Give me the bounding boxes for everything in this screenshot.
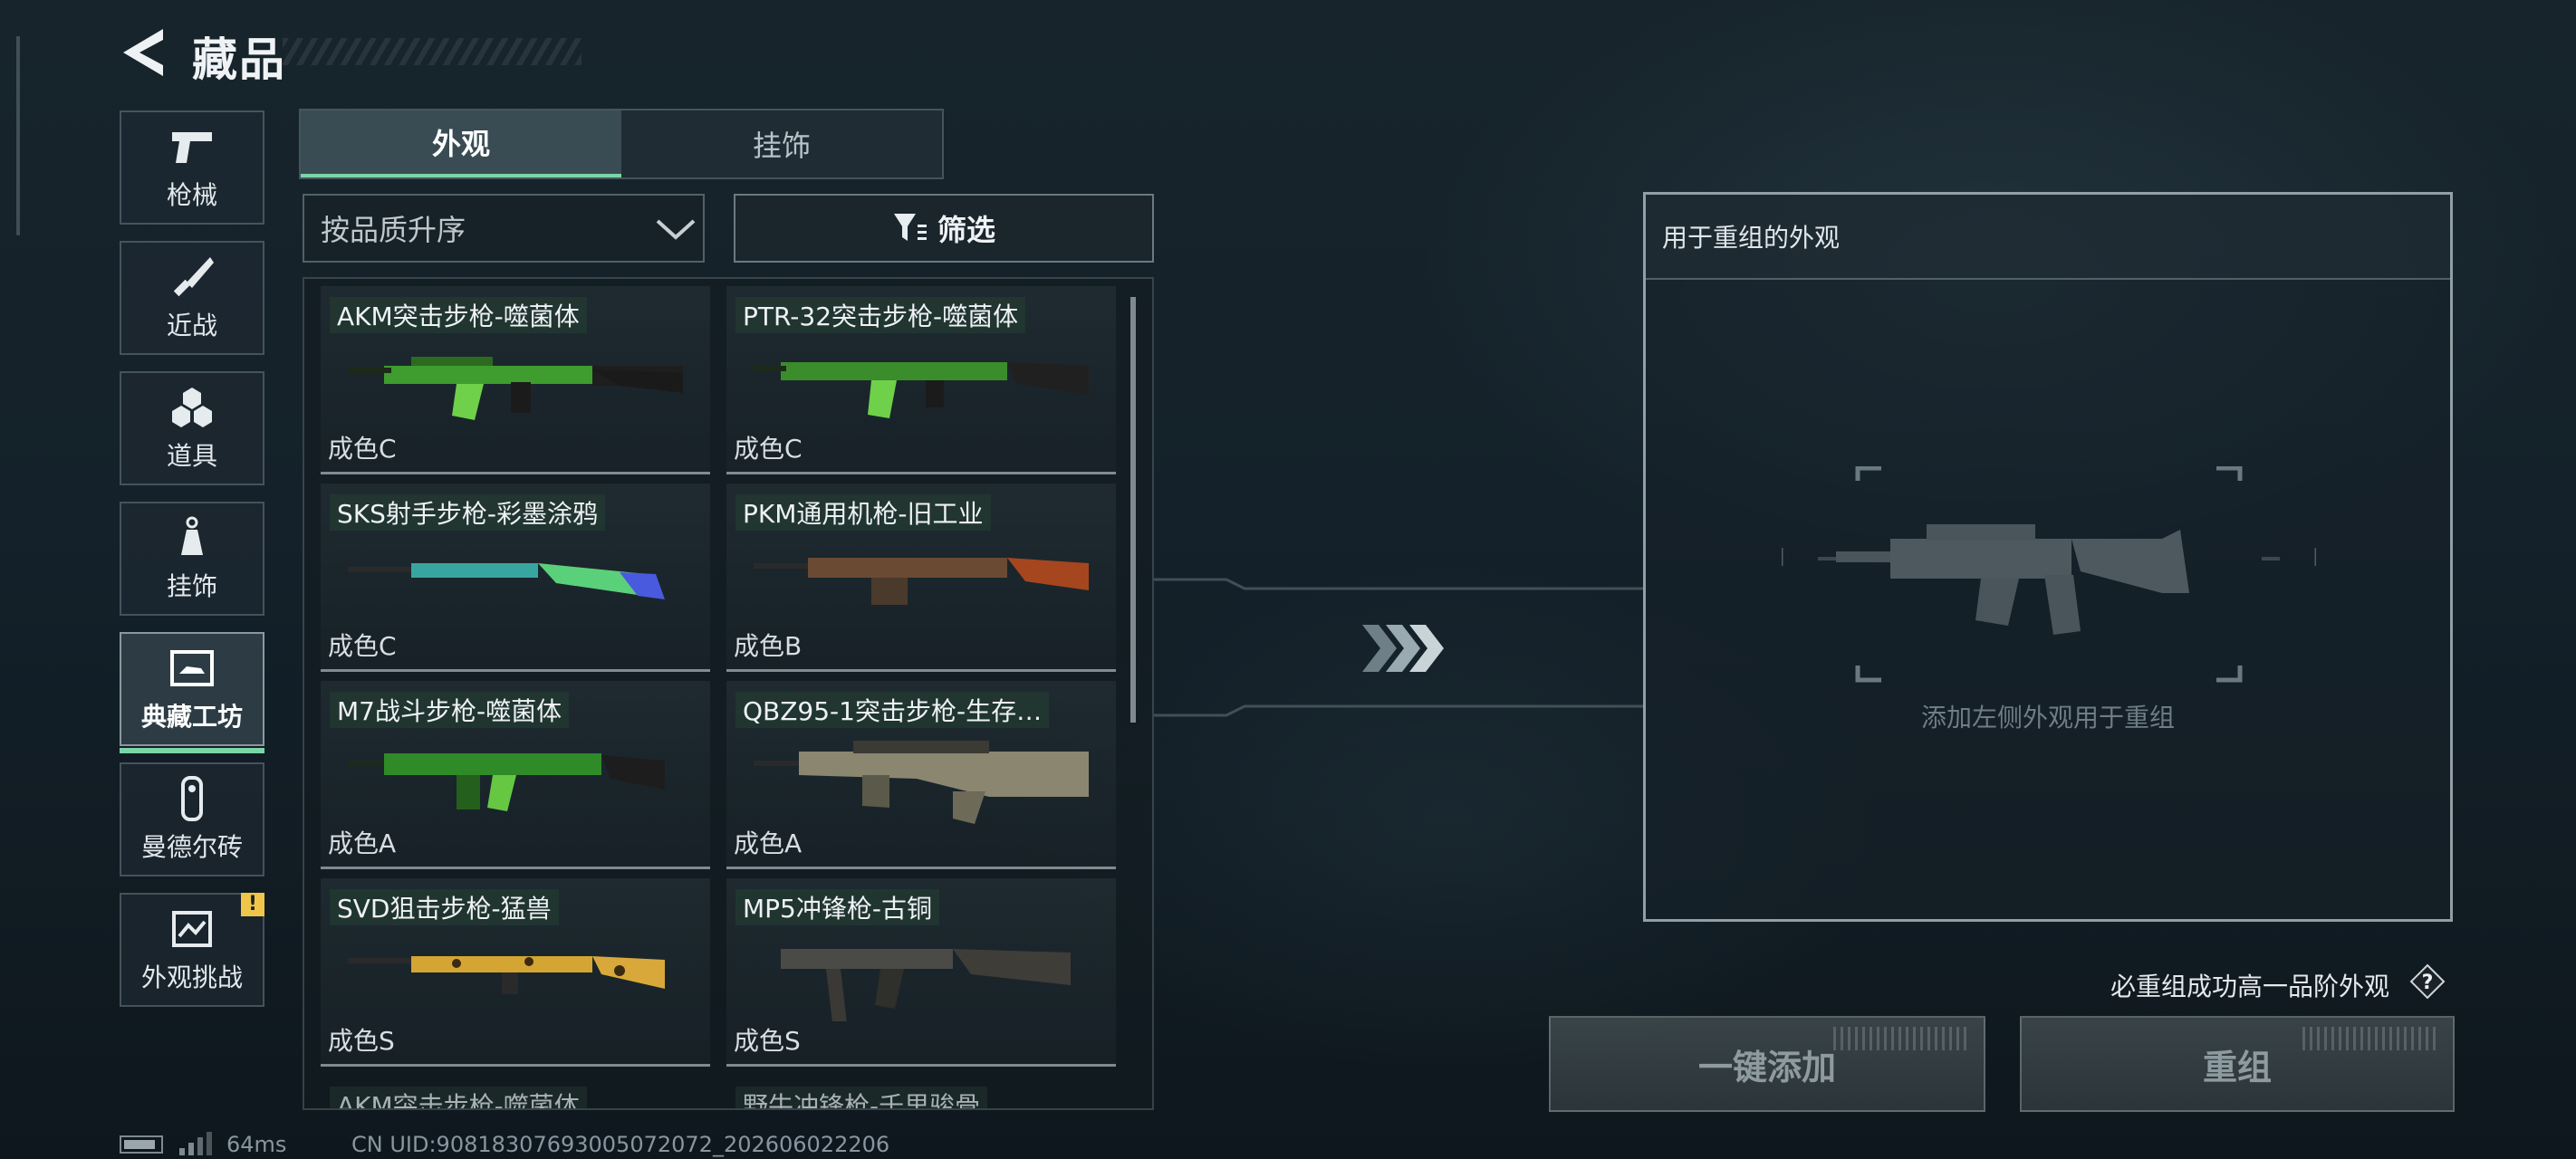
pistol-icon bbox=[167, 123, 217, 170]
workshop-icon bbox=[167, 645, 217, 692]
skin-card-ptr32[interactable]: PTR-32突击步枪-噬菌体 成色C bbox=[726, 286, 1116, 474]
skin-name: PTR-32突击步枪-噬菌体 bbox=[735, 297, 1026, 333]
category-nav: 枪械 近战 道具 挂饰 典藏工坊 曼德尔砖 ! 外观挑战 bbox=[120, 110, 266, 1023]
empty-slot-hint: 添加左侧外观用于重组 bbox=[1920, 703, 2175, 733]
skin-grade: 成色A bbox=[328, 829, 397, 858]
tab-appearance[interactable]: 外观 bbox=[301, 110, 621, 177]
title-decoration bbox=[283, 38, 582, 65]
nav-label: 道具 bbox=[166, 441, 217, 471]
sort-dropdown[interactable]: 按品质升序 bbox=[303, 194, 705, 263]
skin-name: SVD狙击步枪-猛兽 bbox=[330, 889, 559, 925]
sort-label: 按品质升序 bbox=[321, 213, 466, 247]
nav-item-props[interactable]: 道具 bbox=[120, 371, 264, 485]
nav-item-workshop[interactable]: 典藏工坊 bbox=[120, 632, 264, 753]
signal-icon bbox=[179, 1132, 212, 1155]
nav-label: 曼德尔砖 bbox=[140, 832, 243, 862]
nav-label: 挂饰 bbox=[166, 571, 217, 601]
skin-grid: AKM突击步枪-噬菌体 成色C PTR-32突击步枪-噬菌体 成色C SKS射手… bbox=[321, 286, 1129, 1067]
next-row-peek: AKM突击步枪-噬菌体 野牛冲锋枪-千里骏骨 bbox=[321, 1081, 1129, 1108]
grenades-icon bbox=[167, 384, 217, 431]
back-arrow-icon[interactable] bbox=[120, 25, 167, 80]
button-decoration bbox=[2302, 1027, 2438, 1050]
skin-card-qbz95[interactable]: QBZ95-1突击步枪-生存… 成色A bbox=[726, 681, 1116, 869]
mandel-brick-icon bbox=[167, 775, 217, 822]
skin-card-mp5[interactable]: MP5冲锋枪-古铜 成色S bbox=[726, 878, 1116, 1067]
button-decoration bbox=[1833, 1027, 1969, 1050]
skin-grade: 成色C bbox=[328, 631, 397, 661]
guarantee-text: 必重组成功高一品阶外观 bbox=[2110, 972, 2390, 1001]
ping-value: 64ms bbox=[226, 1132, 287, 1157]
battery-icon bbox=[120, 1135, 163, 1154]
nav-label: 近战 bbox=[166, 311, 217, 340]
skin-card-sks[interactable]: SKS射手步枪-彩墨涂鸦 成色C bbox=[321, 484, 710, 672]
rifle-image bbox=[348, 753, 665, 811]
skin-grid-panel: AKM突击步枪-噬菌体 成色C PTR-32突击步枪-噬菌体 成色C SKS射手… bbox=[303, 277, 1154, 1110]
recombine-button[interactable]: 重组 bbox=[2020, 1016, 2455, 1112]
add-all-button[interactable]: 一键添加 bbox=[1549, 1016, 1985, 1112]
rifle-image bbox=[348, 563, 665, 599]
rifle-image bbox=[348, 956, 665, 994]
page-title: 藏品 bbox=[192, 34, 286, 86]
filter-icon bbox=[893, 214, 927, 241]
empty-slot-rifle-icon[interactable] bbox=[1782, 466, 2316, 702]
challenge-icon bbox=[167, 905, 217, 953]
charm-icon bbox=[167, 514, 217, 561]
rifle-image bbox=[754, 558, 1089, 605]
skin-grade: 成色S bbox=[328, 1026, 395, 1056]
skin-grade: 成色A bbox=[734, 829, 803, 858]
add-all-label: 一键添加 bbox=[1697, 1047, 1836, 1087]
skin-card-akm[interactable]: AKM突击步枪-噬菌体 成色C bbox=[321, 286, 710, 474]
nav-item-firearms[interactable]: 枪械 bbox=[120, 110, 264, 225]
chevron-down-icon bbox=[656, 219, 696, 240]
skin-name: SKS射手步枪-彩墨涂鸦 bbox=[330, 494, 606, 531]
rifle-image bbox=[754, 362, 1089, 418]
chevrons-right-icon bbox=[1362, 625, 1444, 672]
nav-item-charms[interactable]: 挂饰 bbox=[120, 502, 264, 616]
svg-text:?: ? bbox=[2422, 972, 2434, 994]
smg-image bbox=[781, 949, 1071, 1021]
skin-card-svd[interactable]: SVD狙击步枪-猛兽 成色S bbox=[321, 878, 710, 1067]
knife-icon bbox=[167, 254, 217, 301]
transfer-connector bbox=[1154, 578, 1643, 717]
filter-button[interactable]: 筛选 bbox=[734, 194, 1154, 263]
skin-name: 野牛冲锋枪-千里骏骨 bbox=[735, 1087, 988, 1108]
nav-item-mandel-brick[interactable]: 曼德尔砖 bbox=[120, 762, 264, 876]
nav-item-melee[interactable]: 近战 bbox=[120, 241, 264, 355]
skin-grade: 成色S bbox=[734, 1026, 801, 1056]
edge-decoration bbox=[0, 36, 20, 235]
skin-name: M7战斗步枪-噬菌体 bbox=[330, 692, 570, 728]
nav-label: 典藏工坊 bbox=[140, 702, 243, 732]
tab-bar: 外观 挂饰 bbox=[299, 109, 944, 179]
skin-card-pkm[interactable]: PKM通用机枪-旧工业 成色B bbox=[726, 484, 1116, 672]
skin-card-m7[interactable]: M7战斗步枪-噬菌体 成色A bbox=[321, 681, 710, 869]
skin-name: AKM突击步枪-噬菌体 bbox=[330, 297, 587, 333]
nav-label: 枪械 bbox=[166, 180, 217, 210]
recombine-label: 重组 bbox=[2202, 1047, 2272, 1087]
user-uid: CN UID:90818307693005072072_202606022206 bbox=[351, 1132, 890, 1157]
skin-grade: 成色C bbox=[734, 434, 803, 464]
help-icon[interactable]: ? bbox=[2409, 963, 2446, 1000]
filter-label: 筛选 bbox=[937, 213, 995, 247]
tab-charms[interactable]: 挂饰 bbox=[621, 110, 942, 177]
nav-label: 外观挑战 bbox=[140, 963, 243, 992]
rifle-image bbox=[754, 741, 1089, 824]
grid-scrollbar[interactable] bbox=[1130, 297, 1136, 723]
recombine-panel: 用于重组的外观 添加左侧外观用于重组 bbox=[1643, 192, 2453, 922]
skin-name: AKM突击步枪-噬菌体 bbox=[330, 1087, 587, 1108]
nav-item-appearance-challenge[interactable]: ! 外观挑战 bbox=[120, 893, 264, 1007]
warning-badge: ! bbox=[241, 893, 264, 916]
skin-name: MP5冲锋枪-古铜 bbox=[735, 889, 939, 925]
panel-title: 用于重组的外观 bbox=[1646, 195, 2450, 280]
skin-name: PKM通用机枪-旧工业 bbox=[735, 494, 991, 531]
skin-grade: 成色B bbox=[734, 631, 803, 661]
skin-grade: 成色C bbox=[328, 434, 397, 464]
skin-name: QBZ95-1突击步枪-生存… bbox=[735, 692, 1050, 728]
rifle-image bbox=[348, 357, 683, 420]
